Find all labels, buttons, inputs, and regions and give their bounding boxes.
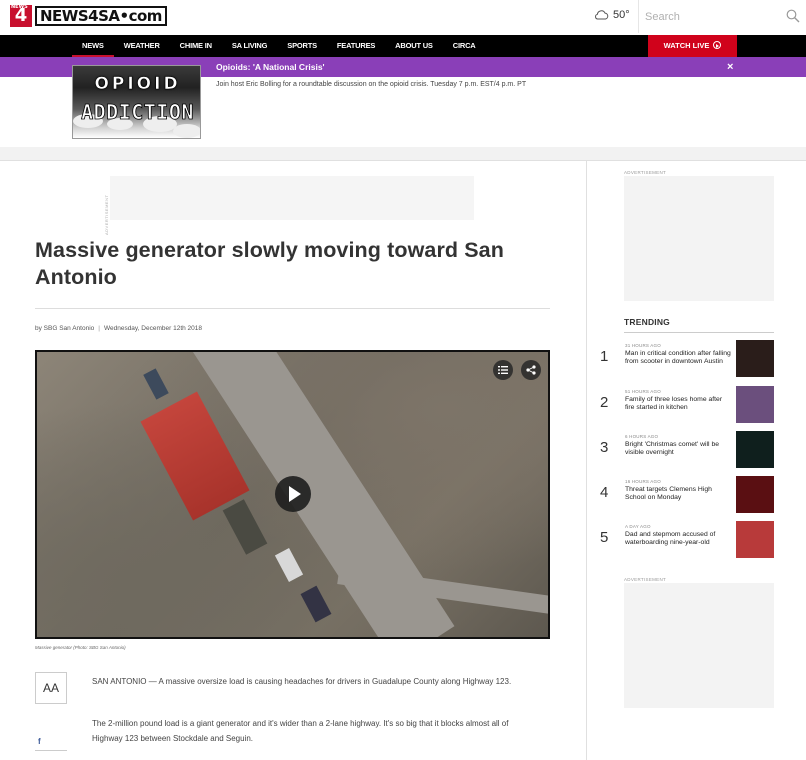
trending-rank: 5 [600,529,609,546]
top-header: NEWS 4 NEWS4SA•com 50° [0,0,806,35]
logo-badge: NEWS 4 [10,4,32,27]
nav-item-sports[interactable]: SPORTS [277,35,327,57]
promo-banner: OPIOID ADDICTION Opioids: 'A National Cr… [0,57,806,147]
play-button[interactable] [275,476,311,512]
facebook-icon: f [38,737,41,746]
nav-item-news[interactable]: NEWS [72,35,114,57]
site-logo[interactable]: NEWS 4 NEWS4SA•com [10,4,167,27]
logo-text: NEWS4SA•com [35,6,167,26]
promo-image-line1: OPIOID [94,74,181,94]
trending-time: A DAY AGO [625,524,651,529]
list-icon [498,366,508,374]
trending-headline[interactable]: Family of three loses home after fire st… [625,396,733,412]
trending-rank: 3 [600,439,609,456]
promo-image[interactable]: OPIOID ADDICTION [72,65,201,139]
share-button[interactable] [521,360,541,380]
trending-thumbnail[interactable] [736,521,774,558]
trending-item[interactable]: 4 16 HOURS AGO Threat targets Clemens High… [600,476,774,516]
sidebar-ad-label: ADVERTISEMENT [624,170,667,175]
rear-truck [274,548,304,582]
logo-wordmark: NEWS4SA [40,7,120,25]
trending-headline[interactable]: Bright 'Christmas comet' will be visible… [625,441,733,457]
trending-item[interactable]: 5 A DAY AGO Dad and stepmom accused of wat… [600,521,774,561]
byline-author[interactable]: by SBG San Antonio [35,325,94,332]
weather-temperature: 50° [613,9,630,21]
trending-time: 31 HOURS AGO [625,343,661,348]
search-input[interactable] [645,9,775,25]
promo-image-line2: ADDICTION [81,100,194,125]
trending-item[interactable]: 1 31 HOURS AGO Man in critical condition a… [600,340,774,380]
search-box [638,0,806,33]
logo-suffix: •com [119,7,163,25]
section-separator [0,147,806,161]
search-icon[interactable] [786,9,800,23]
trending-divider [624,332,774,333]
trending-rank: 4 [600,484,609,501]
nav-item-chime-in[interactable]: CHIME IN [170,35,222,57]
trending-rank: 1 [600,348,609,365]
main-nav: NEWS WEATHER CHIME IN SA LIVING SPORTS FEATUR… [0,35,806,57]
video-player[interactable] [35,350,550,639]
logo-badge-small: NEWS [11,4,28,10]
nav-item-sa-living[interactable]: SA LIVING [222,35,277,57]
trending-rank: 2 [600,394,609,411]
trailer [222,499,268,555]
article-paragraph: SAN ANTONIO — A massive oversize load is… [92,677,512,686]
byline-date: Wednesday, December 12th 2018 [103,325,203,332]
promo-description: Join host Eric Bolling for a roundtable … [216,81,527,88]
ad-slot-top[interactable] [110,176,474,220]
trending-headline[interactable]: Man in critical condition after falling … [625,350,733,366]
weather-widget[interactable]: 50° [594,9,630,21]
cloud-icon [595,10,609,20]
byline-separator: | [98,325,100,332]
lead-truck [143,368,169,400]
pill-shape [173,124,200,138]
watch-live-label: WATCH LIVE [663,41,710,50]
nav-item-weather[interactable]: WEATHER [114,35,170,57]
share-icon [526,365,536,375]
trending-thumbnail[interactable] [736,340,774,377]
ad-label-vertical: ADVERTISEMENT [104,194,109,235]
trending-headline[interactable]: Dad and stepmom accused of waterboarding… [625,531,733,547]
nav-item-features[interactable]: FEATURES [327,35,385,57]
column-divider [586,161,587,760]
close-icon[interactable]: × [727,61,733,73]
trending-time: 16 HOURS AGO [625,479,661,484]
trending-thumbnail[interactable] [736,386,774,423]
byline: by SBG San Antonio | Wednesday, December 1… [35,325,202,332]
sidebar-ad-slot[interactable] [624,176,774,301]
play-circle-icon [713,41,722,49]
headline-divider [35,308,550,309]
article-paragraph: The 2-million pound load is a giant gene… [92,719,509,743]
trending-thumbnail[interactable] [736,431,774,468]
trending-time: 6 HOURS AGO [625,434,659,439]
watch-live-button[interactable]: WATCH LIVE [648,35,737,57]
rear-truck [300,585,332,623]
font-size-label: AA [42,681,59,695]
video-caption: Massive generator (Photo: SBG San Antoni… [35,645,126,650]
trending-item[interactable]: 3 6 HOURS AGO Bright 'Christmas comet' wil… [600,431,774,471]
nav-items: NEWS WEATHER CHIME IN SA LIVING SPORTS FEATUR… [72,35,486,57]
nav-item-about-us[interactable]: ABOUT US [385,35,443,57]
trending-time: 51 HOURS AGO [625,389,661,394]
playlist-button[interactable] [493,360,513,380]
facebook-share-link[interactable]: f [35,737,67,751]
font-size-button[interactable]: AA [35,672,67,704]
sidebar-ad-slot-2[interactable] [624,583,774,708]
trending-thumbnail[interactable] [736,476,774,513]
sidebar-ad-label-2: ADVERTISEMENT [624,577,667,582]
promo-title[interactable]: Opioids: 'A National Crisis' [216,62,325,72]
article-headline: Massive generator slowly moving toward S… [35,238,504,289]
trending-title: TRENDING [624,317,670,327]
nav-item-circa[interactable]: CIRCA [443,35,486,57]
trending-item[interactable]: 2 51 HOURS AGO Family of three loses home … [600,386,774,426]
trending-headline[interactable]: Threat targets Clemens High School on Mo… [625,486,733,502]
